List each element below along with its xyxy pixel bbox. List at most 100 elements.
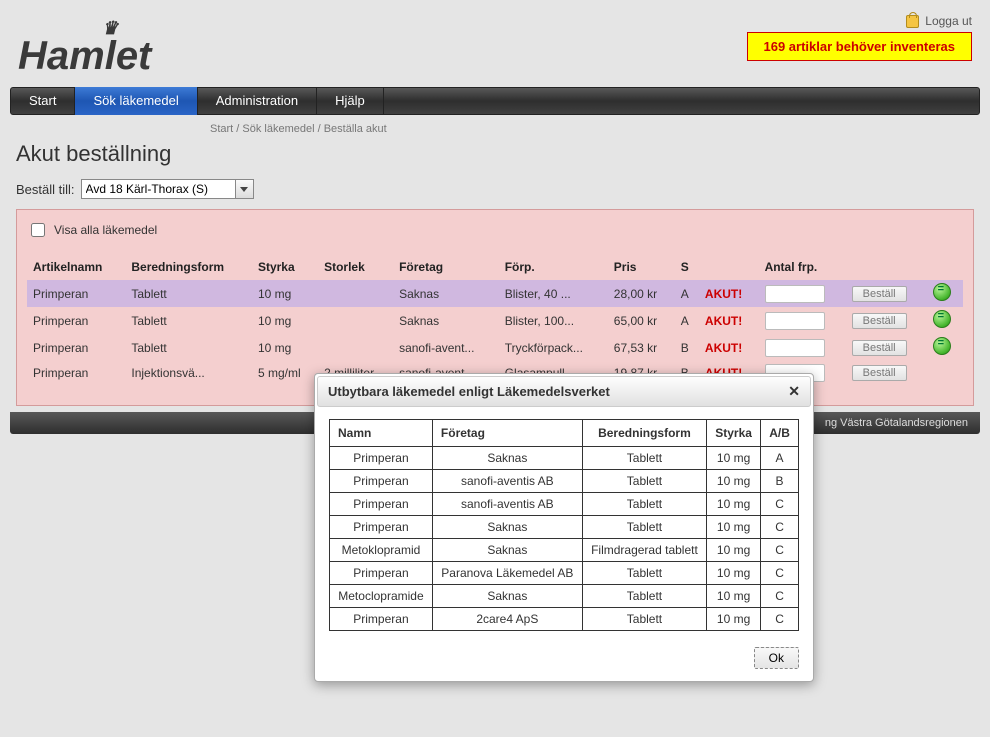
cell: C: [761, 539, 799, 562]
table-row: MetoclopramideSaknasTablett10 mgC: [330, 585, 799, 608]
quantity-input[interactable]: [765, 339, 825, 357]
order-button[interactable]: Beställ: [852, 365, 907, 381]
cell: C: [761, 516, 799, 539]
cell: 10 mg: [707, 562, 761, 585]
cell: C: [761, 585, 799, 608]
cell: Primperan: [27, 280, 125, 307]
orders-header: Företag: [393, 256, 499, 280]
cell: Primperan: [27, 334, 125, 361]
cell: Tablett: [125, 334, 252, 361]
close-icon[interactable]: ✕: [788, 383, 800, 400]
cell: Saknas: [432, 539, 582, 562]
cell: Tablett: [582, 585, 706, 608]
substitutes-dialog: Utbytbara läkemedel enligt Läkemedelsver…: [314, 373, 814, 682]
navbar: StartSök läkemedelAdministrationHjälp: [10, 87, 980, 115]
table-row: Primperansanofi-aventis ABTablett10 mgB: [330, 470, 799, 493]
dialog-header: Namn: [330, 420, 433, 447]
order-button[interactable]: Beställ: [852, 286, 907, 302]
table-row: Primperan2care4 ApSTablett10 mgC: [330, 608, 799, 631]
akut-flag: AKUT!: [705, 287, 742, 301]
quantity-input[interactable]: [765, 312, 825, 330]
table-row: PrimperanSaknasTablett10 mgC: [330, 516, 799, 539]
cell: [318, 280, 393, 307]
nav-item-hjälp[interactable]: Hjälp: [317, 87, 384, 115]
orders-header: Styrka: [252, 256, 318, 280]
cell: sanofi-aventis AB: [432, 493, 582, 516]
orders-header: S: [675, 256, 699, 280]
show-all-checkbox[interactable]: [31, 223, 45, 237]
cell: 10 mg: [707, 493, 761, 516]
cell: 67,53 kr: [608, 334, 675, 361]
cell: [318, 334, 393, 361]
cell: Blister, 40 ...: [499, 280, 608, 307]
cell: 10 mg: [252, 334, 318, 361]
cell: Saknas: [432, 516, 582, 539]
status-dot-icon[interactable]: [933, 283, 951, 301]
logo-text: Hamlet: [18, 34, 151, 78]
dest-dropdown-button[interactable]: [236, 179, 254, 199]
cell: C: [761, 562, 799, 585]
status-dot-icon[interactable]: [933, 337, 951, 355]
dialog-header: Företag: [432, 420, 582, 447]
nav-item-start[interactable]: Start: [11, 87, 75, 115]
cell: 28,00 kr: [608, 280, 675, 307]
order-button[interactable]: Beställ: [852, 313, 907, 329]
logout-link[interactable]: Logga ut: [925, 14, 972, 28]
cell: 10 mg: [707, 539, 761, 562]
cell: A: [675, 307, 699, 334]
cell: Primperan: [330, 447, 433, 470]
ok-button[interactable]: Ok: [754, 647, 799, 669]
orders-header: Förp.: [499, 256, 608, 280]
nav-item-administration[interactable]: Administration: [198, 87, 317, 115]
cell: 5 mg/ml: [252, 361, 318, 385]
orders-header: [927, 256, 963, 280]
cell: Filmdragerad tablett: [582, 539, 706, 562]
cell: Tablett: [582, 493, 706, 516]
quantity-input[interactable]: [765, 285, 825, 303]
cell: 65,00 kr: [608, 307, 675, 334]
show-all-label: Visa alla läkemedel: [54, 223, 157, 237]
cell: Saknas: [393, 307, 499, 334]
orders-header: Antal frp.: [759, 256, 846, 280]
nav-item-sök-läkemedel[interactable]: Sök läkemedel: [75, 87, 197, 115]
cell: Paranova Läkemedel AB: [432, 562, 582, 585]
inventory-notice[interactable]: 169 artiklar behöver inventeras: [747, 32, 973, 61]
cell: Tablett: [582, 516, 706, 539]
status-dot-icon[interactable]: [933, 310, 951, 328]
order-button[interactable]: Beställ: [852, 340, 907, 356]
cell: Saknas: [432, 447, 582, 470]
cell: Primperan: [330, 493, 433, 516]
table-row[interactable]: PrimperanTablett10 mgSaknasBlister, 40 .…: [27, 280, 963, 307]
orders-header: [699, 256, 759, 280]
page-title: Akut beställning: [16, 141, 974, 167]
cell: 10 mg: [252, 280, 318, 307]
cell: Metoclopramide: [330, 585, 433, 608]
orders-header: [846, 256, 927, 280]
cell: [318, 307, 393, 334]
table-row[interactable]: PrimperanTablett10 mgsanofi-avent...Tryc…: [27, 334, 963, 361]
logo: ♛ Hamlet: [18, 32, 151, 79]
dialog-title: Utbytbara läkemedel enligt Läkemedelsver…: [328, 384, 610, 399]
table-row: Primperansanofi-aventis ABTablett10 mgC: [330, 493, 799, 516]
cell: Metoklopramid: [330, 539, 433, 562]
akut-flag: AKUT!: [705, 314, 742, 328]
cell: Tablett: [582, 470, 706, 493]
orders-header: Pris: [608, 256, 675, 280]
cell: Primperan: [27, 307, 125, 334]
cell: sanofi-avent...: [393, 334, 499, 361]
cell: 10 mg: [707, 470, 761, 493]
dialog-header: Styrka: [707, 420, 761, 447]
dest-select[interactable]: [81, 179, 236, 199]
cell: 10 mg: [252, 307, 318, 334]
table-row[interactable]: PrimperanTablett10 mgSaknasBlister, 100.…: [27, 307, 963, 334]
table-row: MetoklopramidSaknasFilmdragerad tablett1…: [330, 539, 799, 562]
breadcrumb: Start / Sök läkemedel / Beställa akut: [10, 121, 980, 141]
table-row: PrimperanParanova Läkemedel ABTablett10 …: [330, 562, 799, 585]
cell: 2care4 ApS: [432, 608, 582, 631]
cell: 10 mg: [707, 516, 761, 539]
dialog-header: Beredningsform: [582, 420, 706, 447]
cell: Primperan: [330, 470, 433, 493]
cell: Primperan: [330, 516, 433, 539]
cell: Primperan: [27, 361, 125, 385]
cell: 10 mg: [707, 608, 761, 631]
